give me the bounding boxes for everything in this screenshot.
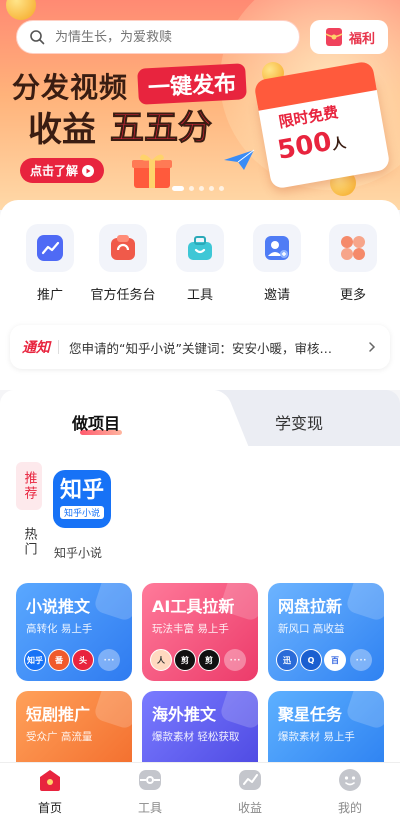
projects-panel: 推荐 热门 知乎 知乎小说 知乎小说 小说推文 高转化 易上手 知乎 番 头 ·… bbox=[0, 446, 400, 789]
nav-home[interactable]: 首页 bbox=[0, 763, 100, 824]
avatar-app-icon: 人 bbox=[150, 649, 172, 671]
learn-more-button[interactable]: 点击了解 bbox=[20, 158, 105, 183]
side-tab-recommended[interactable]: 推荐 bbox=[16, 462, 42, 510]
card-app-icons: 知乎 番 头 ··· bbox=[24, 649, 120, 671]
nav-label: 首页 bbox=[37, 801, 62, 815]
xunlei-app-icon: 迅 bbox=[276, 649, 298, 671]
play-arrow-icon bbox=[82, 164, 95, 177]
earnings-chart-icon bbox=[239, 770, 261, 790]
profile-icon bbox=[339, 769, 361, 791]
coin-decoration bbox=[6, 0, 36, 20]
carousel-dot bbox=[172, 186, 184, 191]
calendar-badge: 限时免费 500人 bbox=[253, 60, 391, 190]
gift-box-icon bbox=[132, 154, 172, 188]
quick-actions-panel: 推广 官方任务台 工具 邀请 更多 通知 您申请的“知乎小说”关键词：安安小暖，… bbox=[0, 200, 400, 390]
quick-action-label: 工具 bbox=[186, 288, 213, 303]
task-bag-icon bbox=[99, 224, 147, 272]
baidu-app-icon: 百 bbox=[324, 649, 346, 671]
carousel-indicator bbox=[172, 186, 224, 191]
home-icon bbox=[40, 770, 60, 791]
more-icon: ··· bbox=[224, 649, 246, 671]
side-tab-popular[interactable]: 热门 bbox=[16, 518, 42, 566]
card-cloud-drive[interactable]: 网盘拉新 新风口 高收益 迅 Q 百 ··· bbox=[268, 583, 384, 681]
bottom-nav: 首页 工具 收益 我的 bbox=[0, 762, 400, 824]
grid-more-icon bbox=[329, 224, 377, 272]
banner-pill: 一键发布 bbox=[137, 63, 247, 105]
project-tabs: 做项目 学变现 bbox=[0, 390, 400, 446]
card-subtitle: 爆款素材 轻松获取 bbox=[152, 731, 240, 743]
capcut-app-icon: 剪 bbox=[174, 649, 196, 671]
featured-caption: 知乎小说 bbox=[54, 546, 103, 560]
notice-tag: 通知 bbox=[22, 340, 50, 356]
nav-label: 工具 bbox=[137, 801, 162, 815]
toolbox-icon bbox=[176, 224, 224, 272]
carousel-dot bbox=[219, 186, 224, 191]
quick-action-label: 更多 bbox=[339, 288, 366, 303]
quick-action-label: 邀请 bbox=[263, 288, 290, 303]
more-icon: ··· bbox=[98, 649, 120, 671]
chevron-right-icon bbox=[369, 342, 376, 352]
zhihu-logo-text: 知乎 bbox=[59, 478, 104, 503]
carousel-dot bbox=[189, 186, 194, 191]
quick-action-promote[interactable]: 推广 bbox=[15, 224, 85, 303]
invite-user-icon bbox=[253, 224, 301, 272]
search-icon bbox=[30, 30, 45, 45]
card-app-icons: 迅 Q 百 ··· bbox=[276, 649, 372, 671]
nav-label: 我的 bbox=[337, 801, 362, 815]
quark-app-icon: Q bbox=[300, 649, 322, 671]
tools-icon bbox=[139, 770, 161, 790]
paper-plane-icon bbox=[224, 149, 255, 170]
quick-action-tools[interactable]: 工具 bbox=[165, 224, 235, 303]
nav-profile[interactable]: 我的 bbox=[300, 763, 400, 824]
card-subtitle: 爆款素材 易上手 bbox=[278, 731, 355, 743]
card-subtitle: 玩法丰富 易上手 bbox=[152, 623, 229, 635]
welfare-label: 福利 bbox=[348, 31, 375, 47]
quick-action-label: 官方任务台 bbox=[90, 288, 156, 303]
carousel-dot bbox=[209, 186, 214, 191]
search-input[interactable] bbox=[55, 29, 275, 45]
banner-headline-accent: 五五分 bbox=[110, 108, 213, 149]
card-app-icons: 人 剪 剪 ··· bbox=[150, 649, 246, 671]
learn-more-label: 点击了解 bbox=[30, 164, 79, 178]
quick-action-invite[interactable]: 邀请 bbox=[242, 224, 312, 303]
quick-action-label: 推广 bbox=[36, 288, 63, 303]
fanqie-app-icon: 番 bbox=[48, 649, 70, 671]
welfare-button[interactable]: 福利 bbox=[310, 20, 388, 54]
quick-action-more[interactable]: 更多 bbox=[318, 224, 388, 303]
carousel-dot bbox=[199, 186, 204, 191]
search-bar[interactable] bbox=[16, 20, 300, 54]
toutiao-app-icon: 头 bbox=[72, 649, 94, 671]
capcut-app-icon: 剪 bbox=[198, 649, 220, 671]
tab-label: 学变现 bbox=[275, 414, 324, 433]
tab-label: 做项目 bbox=[72, 414, 121, 433]
nav-label: 收益 bbox=[237, 801, 262, 815]
notice-text: 您申请的“知乎小说”关键词：安安小暖，审核… bbox=[69, 340, 332, 356]
zhihu-novel-logo[interactable]: 知乎 知乎小说 bbox=[53, 470, 111, 528]
banner-headline-2: 收益 bbox=[28, 110, 96, 150]
notice-bar[interactable]: 通知 您申请的“知乎小说”关键词：安安小暖，审核… bbox=[10, 325, 390, 369]
calendar-unit: 人 bbox=[330, 135, 348, 154]
trend-icon bbox=[26, 224, 74, 272]
red-envelope-icon bbox=[325, 28, 343, 46]
nav-tools[interactable]: 工具 bbox=[100, 763, 200, 824]
card-subtitle: 高转化 易上手 bbox=[26, 623, 93, 635]
card-subtitle: 受众广 高流量 bbox=[26, 731, 93, 743]
nav-earnings[interactable]: 收益 bbox=[200, 763, 300, 824]
promo-banner[interactable]: 福利 分发视频 一键发布 收益 五五分 点击了解 限时免费 500人 bbox=[0, 0, 400, 210]
more-icon: ··· bbox=[350, 649, 372, 671]
notice-divider bbox=[58, 340, 59, 354]
card-novel-promo[interactable]: 小说推文 高转化 易上手 知乎 番 头 ··· bbox=[16, 583, 132, 681]
zhihu-logo-subtext: 知乎小说 bbox=[59, 506, 104, 519]
zhihu-app-icon: 知乎 bbox=[24, 649, 46, 671]
card-subtitle: 新风口 高收益 bbox=[278, 623, 345, 635]
card-ai-tools[interactable]: AI工具拉新 玩法丰富 易上手 人 剪 剪 ··· bbox=[142, 583, 258, 681]
quick-action-official-tasks[interactable]: 官方任务台 bbox=[88, 224, 158, 303]
